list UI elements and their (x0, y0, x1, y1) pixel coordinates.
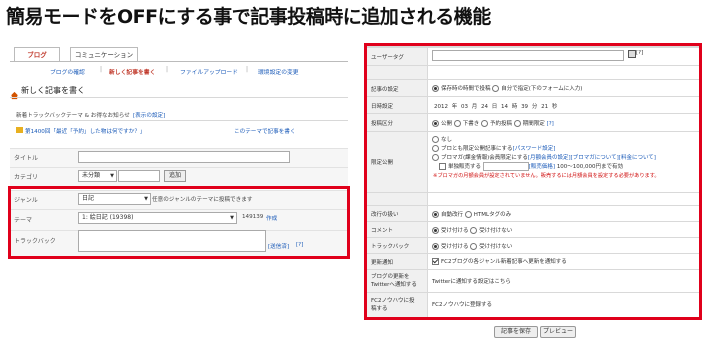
theme-item-link[interactable]: 第1400回「最近「予約」した物は何ですか？」 (25, 127, 146, 135)
subnav-settings[interactable]: 環境設定の変更 (258, 67, 299, 76)
trackback-theme-label: 新着トラックバックテーマ & お得なお知らせ (16, 113, 130, 119)
category-add-input[interactable] (118, 170, 160, 182)
tab-blog[interactable]: ブログ (14, 47, 60, 62)
tab-communication[interactable]: コミュニケーション (70, 47, 138, 62)
preview-button[interactable]: プレビュー (540, 326, 576, 338)
highlight-box-right (364, 43, 702, 320)
title-input[interactable] (78, 151, 290, 163)
home-icon (10, 85, 19, 104)
subnav-file-upload[interactable]: ファイルアップロード (180, 67, 238, 76)
write-theme-link[interactable]: このテーマで記事を書く (234, 127, 296, 135)
subnav-separator: | (100, 66, 103, 73)
highlight-box-left (8, 186, 350, 259)
headline: 簡易モードをOFFにする事で記事投稿時に追加される機能 (6, 6, 491, 28)
title-label: タイトル (14, 155, 39, 162)
subnav-separator: | (246, 66, 249, 73)
subnav-new-post[interactable]: 新しく記事を書く (109, 67, 155, 76)
category-select[interactable]: 未分類 ▼ (78, 170, 117, 182)
display-settings-link[interactable]: [表示の設定] (133, 111, 165, 119)
divider (10, 97, 348, 98)
subnav-separator: | (166, 66, 169, 73)
tab-divider (10, 61, 348, 62)
save-post-button[interactable]: 記事を保存 (494, 326, 538, 338)
page-title: 新しく記事を書く (21, 86, 85, 95)
add-category-button[interactable]: 追加 (164, 170, 186, 182)
category-label: カテゴリ (14, 174, 39, 181)
folder-icon (16, 127, 23, 133)
divider (10, 120, 348, 121)
subnav-blog-check[interactable]: ブログの確認 (50, 67, 85, 76)
